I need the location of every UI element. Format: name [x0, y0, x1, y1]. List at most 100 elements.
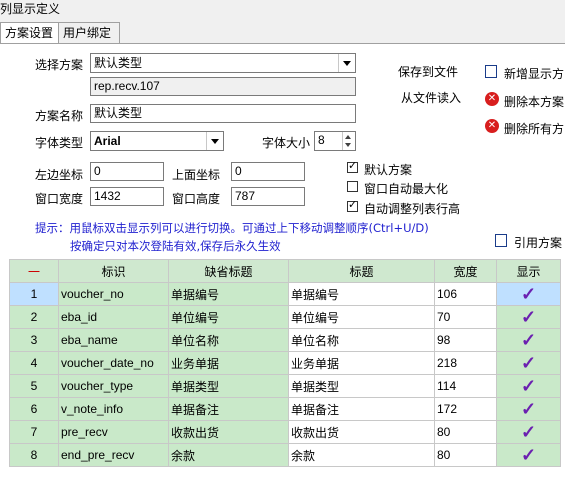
hint-line-2: 按确定只对本次登陆有效,保存后永久生效 — [70, 239, 281, 253]
window-width-input[interactable]: 1432 — [90, 187, 164, 206]
apply-scheme-button[interactable]: 引用方案 — [495, 233, 565, 250]
load-from-file-link[interactable]: 从文件读入 — [401, 89, 461, 106]
header-id[interactable]: 标识 — [58, 259, 169, 283]
row-id[interactable]: end_pre_recv — [58, 443, 169, 467]
table-row[interactable]: 6 v_note_info 单据备注 单据备注 172 ✓ — [9, 397, 561, 421]
row-default-title[interactable]: 单据编号 — [168, 282, 289, 306]
row-id[interactable]: voucher_type — [58, 374, 169, 398]
left-coord-input[interactable]: 0 — [90, 162, 164, 181]
add-scheme-button[interactable]: 新增显示方 — [485, 64, 565, 81]
checkmark-icon[interactable]: ✓ — [499, 307, 558, 327]
table-row[interactable]: 2 eba_id 单位编号 单位编号 70 ✓ — [9, 305, 561, 329]
row-width[interactable]: 80 — [434, 443, 497, 467]
row-width[interactable]: 70 — [434, 305, 497, 329]
tab-user-binding[interactable]: 用户绑定 — [58, 22, 120, 43]
checkbox-unchecked-icon[interactable] — [347, 181, 358, 192]
row-index[interactable]: 3 — [9, 328, 59, 352]
row-show[interactable]: ✓ — [496, 328, 561, 352]
checkbox-checked-icon[interactable] — [347, 159, 358, 173]
table-row[interactable]: 5 voucher_type 单据类型 单据类型 114 ✓ — [9, 374, 561, 398]
checkmark-icon[interactable]: ✓ — [499, 422, 558, 442]
checkmark-icon[interactable]: ✓ — [499, 330, 558, 350]
row-width[interactable]: 106 — [434, 282, 497, 306]
row-title[interactable]: 单据类型 — [288, 374, 435, 398]
checkmark-icon[interactable]: ✓ — [499, 353, 558, 373]
row-show[interactable]: ✓ — [496, 305, 561, 329]
scheme-name-input[interactable]: 默认类型 — [90, 104, 356, 123]
add-scheme-label: 新增显示方 — [504, 67, 565, 81]
row-width[interactable]: 172 — [434, 397, 497, 421]
row-width[interactable]: 98 — [434, 328, 497, 352]
auto-maximize-checkbox[interactable]: 窗口自动最大化 — [347, 180, 487, 196]
auto-row-height-checkbox[interactable]: 自动调整列表行高 — [347, 198, 487, 216]
tab-scheme-settings[interactable]: 方案设置 — [0, 22, 62, 44]
delete-all-schemes-button[interactable]: ✕ 删除所有方 — [485, 119, 565, 136]
row-show[interactable]: ✓ — [496, 443, 561, 467]
header-width[interactable]: 宽度 — [434, 259, 497, 283]
row-width[interactable]: 218 — [434, 351, 497, 375]
spinner-arrows-icon[interactable] — [342, 132, 355, 150]
row-index[interactable]: 1 — [9, 282, 59, 306]
chevron-down-icon[interactable] — [338, 54, 355, 72]
row-show[interactable]: ✓ — [496, 420, 561, 444]
row-default-title[interactable]: 收款出货 — [168, 420, 289, 444]
row-width[interactable]: 80 — [434, 420, 497, 444]
row-index[interactable]: 6 — [9, 397, 59, 421]
row-title[interactable]: 业务单据 — [288, 351, 435, 375]
row-width-text: 70 — [437, 310, 451, 324]
row-title[interactable]: 单位名称 — [288, 328, 435, 352]
checkmark-icon[interactable]: ✓ — [499, 399, 558, 419]
row-default-title[interactable]: 业务单据 — [168, 351, 289, 375]
row-default-title[interactable]: 单位编号 — [168, 305, 289, 329]
table-row[interactable]: 3 eba_name 单位名称 单位名称 98 ✓ — [9, 328, 561, 352]
row-index[interactable]: 5 — [9, 374, 59, 398]
row-title[interactable]: 余款 — [288, 443, 435, 467]
row-id[interactable]: voucher_date_no — [58, 351, 169, 375]
header-default-title[interactable]: 缺省标题 — [168, 259, 289, 283]
row-default-title[interactable]: 单据备注 — [168, 397, 289, 421]
scheme-select[interactable]: 默认类型 — [90, 53, 356, 73]
row-default-title[interactable]: 余款 — [168, 443, 289, 467]
checkmark-icon[interactable]: ✓ — [499, 376, 558, 396]
row-width-text: 172 — [437, 402, 458, 416]
font-size-spinner[interactable]: 8 — [314, 131, 356, 151]
table-row[interactable]: 7 pre_recv 收款出货 收款出货 80 ✓ — [9, 420, 561, 444]
table-row[interactable]: 8 end_pre_recv 余款 余款 80 ✓ — [9, 443, 561, 467]
row-title[interactable]: 单据备注 — [288, 397, 435, 421]
checkmark-icon[interactable]: ✓ — [499, 284, 558, 304]
row-index[interactable]: 2 — [9, 305, 59, 329]
row-index[interactable]: 8 — [9, 443, 59, 467]
row-id[interactable]: voucher_no — [58, 282, 169, 306]
row-show[interactable]: ✓ — [496, 282, 561, 306]
row-id[interactable]: eba_name — [58, 328, 169, 352]
default-scheme-checkbox[interactable]: 默认方案 — [347, 159, 487, 177]
top-coord-input[interactable]: 0 — [231, 162, 305, 181]
header-title[interactable]: 标题 — [288, 259, 435, 283]
chevron-down-icon[interactable] — [206, 132, 223, 150]
row-index[interactable]: 7 — [9, 420, 59, 444]
checkbox-checked-icon[interactable] — [347, 198, 358, 212]
row-default-title-text: 单据编号 — [171, 287, 220, 302]
table-row[interactable]: 4 voucher_date_no 业务单据 业务单据 218 ✓ — [9, 351, 561, 375]
font-type-select[interactable]: Arial — [90, 131, 224, 151]
row-show[interactable]: ✓ — [496, 397, 561, 421]
row-id[interactable]: eba_id — [58, 305, 169, 329]
row-id[interactable]: pre_recv — [58, 420, 169, 444]
header-show[interactable]: 显示 — [496, 259, 561, 283]
row-title[interactable]: 单位编号 — [288, 305, 435, 329]
delete-scheme-button[interactable]: ✕ 删除本方案 — [485, 92, 565, 109]
table-row[interactable]: 1 voucher_no 单据编号 单据编号 106 ✓ — [9, 282, 561, 306]
row-show[interactable]: ✓ — [496, 374, 561, 398]
row-default-title[interactable]: 单位名称 — [168, 328, 289, 352]
save-to-file-link[interactable]: 保存到文件 — [398, 63, 458, 80]
row-title[interactable]: 收款出货 — [288, 420, 435, 444]
row-width[interactable]: 114 — [434, 374, 497, 398]
row-title[interactable]: 单据编号 — [288, 282, 435, 306]
row-default-title[interactable]: 单据类型 — [168, 374, 289, 398]
row-show[interactable]: ✓ — [496, 351, 561, 375]
window-height-input[interactable]: 787 — [231, 187, 305, 206]
checkmark-icon[interactable]: ✓ — [499, 445, 558, 465]
row-id[interactable]: v_note_info — [58, 397, 169, 421]
header-index[interactable]: 一 — [9, 259, 59, 283]
row-index[interactable]: 4 — [9, 351, 59, 375]
